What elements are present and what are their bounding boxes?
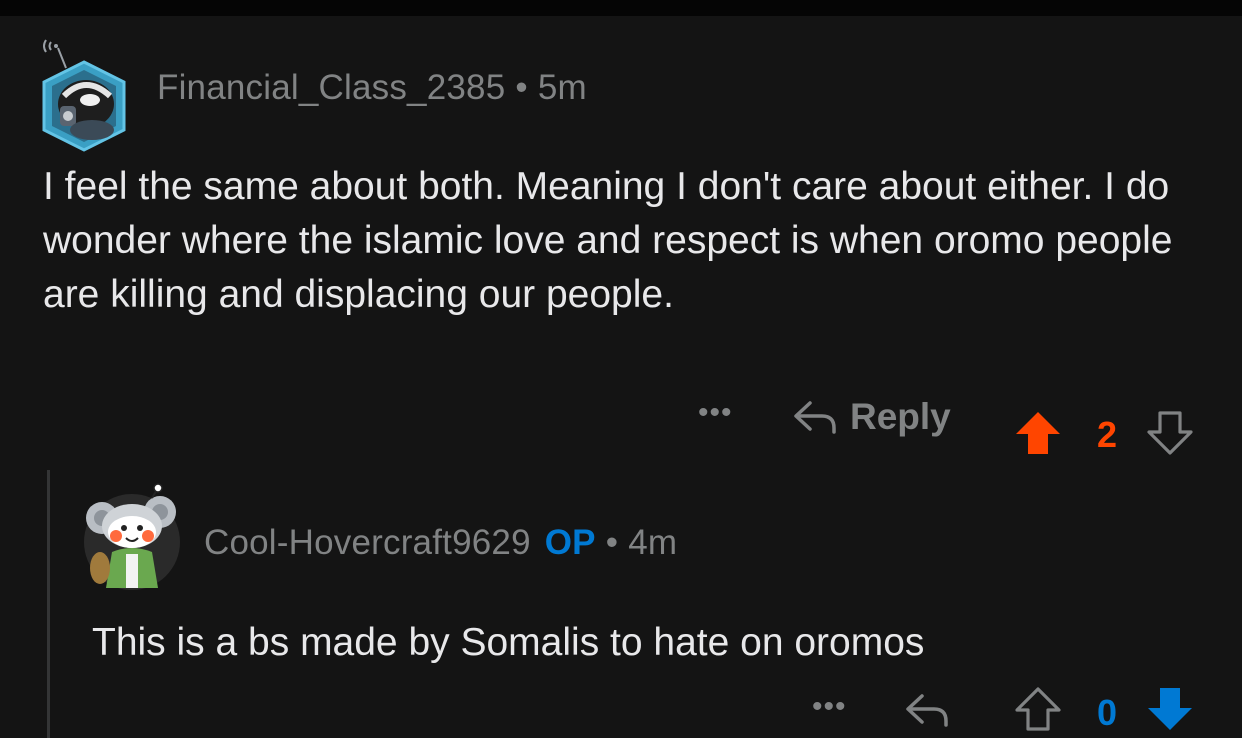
reply-arrow-icon[interactable] bbox=[904, 690, 950, 730]
reply-arrow-icon bbox=[794, 401, 836, 434]
separator-dot: • bbox=[515, 68, 528, 107]
reply-label: Reply bbox=[850, 396, 951, 437]
username[interactable]: Financial_Class_2385 bbox=[157, 68, 505, 107]
more-options-button[interactable]: ••• bbox=[812, 690, 847, 724]
comment-meta: Financial_Class_2385 • 5m bbox=[157, 68, 587, 108]
avatar[interactable] bbox=[38, 34, 130, 152]
comment-meta: Cool-Hovercraft9629 OP • 4m bbox=[204, 523, 677, 563]
vote-count: 2 bbox=[1097, 414, 1118, 455]
snoo-avatar-koala-icon bbox=[84, 483, 180, 590]
comment-1: Financial_Class_2385 • 5m I feel the same … bbox=[0, 16, 1242, 466]
comment-actions: ••• 0 bbox=[0, 680, 1242, 738]
downvote-arrow-icon[interactable] bbox=[1146, 686, 1194, 732]
comment-text: I feel the same about both. Meaning I do… bbox=[43, 165, 1173, 316]
avatar[interactable] bbox=[82, 482, 182, 592]
vote-count: 0 bbox=[1097, 692, 1118, 733]
op-badge: OP bbox=[544, 523, 596, 562]
comment-age: 5m bbox=[537, 68, 587, 107]
reply-button[interactable]: Reply bbox=[792, 396, 951, 438]
comment-actions: ••• Reply 2 bbox=[0, 390, 1242, 455]
comment-text: This is a bs made by Somalis to hate on … bbox=[92, 621, 925, 664]
upvote-arrow-icon[interactable] bbox=[1014, 686, 1062, 732]
upvote-arrow-icon[interactable] bbox=[1014, 410, 1062, 456]
more-options-button[interactable]: ••• bbox=[698, 396, 733, 430]
comment-age: 4m bbox=[628, 523, 678, 562]
username[interactable]: Cool-Hovercraft9629 bbox=[204, 523, 531, 562]
downvote-arrow-icon[interactable] bbox=[1146, 410, 1194, 456]
separator-dot: • bbox=[605, 523, 619, 562]
snoo-avatar-headset-icon bbox=[42, 39, 126, 152]
top-edge-bar bbox=[0, 0, 1242, 16]
